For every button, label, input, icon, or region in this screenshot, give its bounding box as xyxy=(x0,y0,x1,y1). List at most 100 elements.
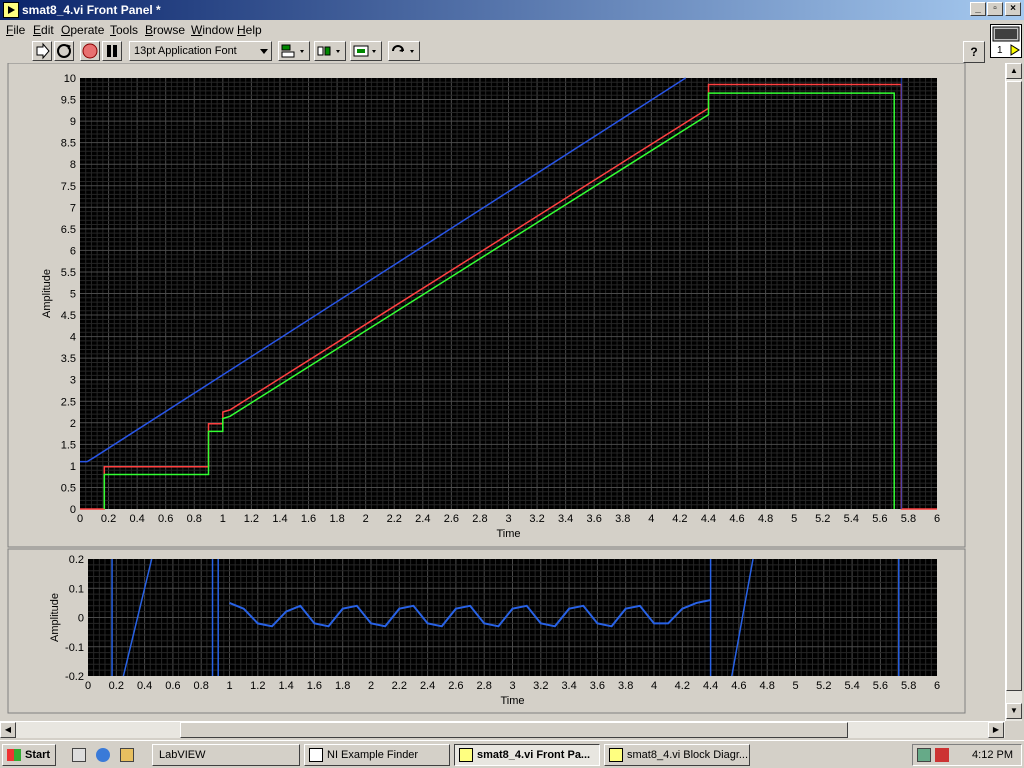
graph1-x-tick-label: 5.6 xyxy=(872,513,887,525)
graph1-y-tick-label: 3.5 xyxy=(61,353,76,365)
run-button[interactable] xyxy=(32,41,52,61)
close-button[interactable]: × xyxy=(1005,2,1021,16)
taskbar-block-diagram[interactable]: smat8_4.vi Block Diagr... xyxy=(604,744,750,766)
stop-sign-icon xyxy=(82,43,98,59)
clock: 4:12 PM xyxy=(972,749,1013,761)
graph1-x-tick-label: 1.2 xyxy=(244,513,259,525)
graph2-x-tick-label: 5.4 xyxy=(844,680,859,692)
run-arrow-icon xyxy=(36,42,50,60)
scroll-right-arrow[interactable]: ▶ xyxy=(988,722,1004,738)
graph2-x-tick-label: 1.6 xyxy=(307,680,322,692)
run-continuously-icon xyxy=(57,44,71,58)
run-continuously-button[interactable] xyxy=(54,41,74,61)
vi-icon[interactable]: 1 xyxy=(990,24,1022,58)
network-disconnected-icon[interactable] xyxy=(935,748,949,762)
horizontal-scrollbar[interactable]: ◀ ▶ xyxy=(0,721,1005,738)
graph1-x-tick-label: 3.8 xyxy=(615,513,630,525)
vi-icon-number: 1 xyxy=(997,45,1003,56)
menu-edit[interactable]: Edit xyxy=(33,23,54,37)
graph1-x-tick-label: 0.4 xyxy=(129,513,144,525)
font-selector[interactable]: 13pt Application Font xyxy=(129,41,272,61)
graph2-x-tick-label: 4.2 xyxy=(675,680,690,692)
graph1-y-tick-label: 4.5 xyxy=(61,310,76,322)
graph1-y-tick-label: 9.5 xyxy=(61,95,76,107)
menu-browse[interactable]: Browse xyxy=(145,23,185,37)
graph2-y-tick-label: -0.1 xyxy=(65,642,84,654)
graph1-x-tick-label: 1 xyxy=(220,513,226,525)
internet-explorer-icon[interactable] xyxy=(96,748,110,762)
graph2-x-tick-label: 5 xyxy=(792,680,798,692)
restore-button[interactable]: ▫ xyxy=(987,2,1003,16)
abort-button[interactable] xyxy=(80,41,100,61)
graph1-x-tick-label: 3.6 xyxy=(587,513,602,525)
taskbar-front-panel-label: smat8_4.vi Front Pa... xyxy=(477,749,591,761)
graph1-y-tick-label: 2.5 xyxy=(61,396,76,408)
graph1-x-tick-label: 2.4 xyxy=(415,513,430,525)
context-help-button[interactable]: ? xyxy=(963,41,985,63)
menu-file[interactable]: File xyxy=(6,23,25,37)
graph1-x-tick-label: 4.2 xyxy=(672,513,687,525)
windows-flag-icon xyxy=(7,749,21,761)
window-title: smat8_4.vi Front Panel * xyxy=(22,3,161,17)
graph2-x-tick-label: 0.4 xyxy=(137,680,152,692)
scroll-down-arrow[interactable]: ▼ xyxy=(1006,703,1022,719)
graph2-x-tick-label: 0.6 xyxy=(165,680,180,692)
labview-app-icon xyxy=(3,2,19,18)
menu-bar: File Edit Operate Tools Browse Window He… xyxy=(0,20,1024,39)
scroll-left-arrow[interactable]: ◀ xyxy=(0,722,16,738)
graph1-y-tick-label: 5 xyxy=(70,289,76,301)
menu-help[interactable]: Help xyxy=(237,23,262,37)
vertical-scroll-thumb[interactable] xyxy=(1006,81,1022,691)
taskbar-example-finder-label: NI Example Finder xyxy=(327,749,419,761)
example-finder-icon xyxy=(309,748,323,762)
chevron-down-icon xyxy=(260,49,268,54)
network-icon[interactable] xyxy=(917,748,931,762)
graph2-x-tick-label: 0 xyxy=(85,680,91,692)
taskbar-labview-label: LabVIEW xyxy=(159,749,206,761)
graph1-x-tick-label: 5.8 xyxy=(901,513,916,525)
graph2-x-tick-label: 4.4 xyxy=(703,680,718,692)
menu-window[interactable]: Window xyxy=(191,23,234,37)
font-selector-value: 13pt Application Font xyxy=(134,45,237,57)
menu-tools[interactable]: Tools xyxy=(110,23,138,37)
graph2-x-tick-label: 3.4 xyxy=(561,680,576,692)
graph1-y-tick-label: 0 xyxy=(70,504,76,516)
menu-operate[interactable]: Operate xyxy=(61,23,104,37)
show-desktop-icon[interactable] xyxy=(72,748,86,762)
graph1-x-tick-label: 4.4 xyxy=(701,513,716,525)
graph2-x-tick-label: 2.8 xyxy=(477,680,492,692)
graph1-x-tick-label: 2 xyxy=(363,513,369,525)
graph1-x-tick-label: 1.4 xyxy=(272,513,287,525)
graph2-x-tick-label: 4.6 xyxy=(731,680,746,692)
graph2-x-tick-label: 5.8 xyxy=(901,680,916,692)
start-button[interactable]: Start xyxy=(2,744,56,766)
graph1-x-tick-label: 0 xyxy=(77,513,83,525)
graph2-y-tick-label: 0 xyxy=(78,613,84,625)
graph1-x-tick-label: 3.2 xyxy=(529,513,544,525)
reorder-button[interactable] xyxy=(388,41,420,61)
block-diagram-icon xyxy=(609,748,623,762)
graph2-y-tick-label: 0.1 xyxy=(69,583,84,595)
graph1-y-tick-label: 2 xyxy=(70,418,76,430)
taskbar-example-finder[interactable]: NI Example Finder xyxy=(304,744,450,766)
distribute-objects-button[interactable] xyxy=(314,41,346,61)
pause-button[interactable] xyxy=(102,41,122,61)
taskbar-block-diagram-label: smat8_4.vi Block Diagr... xyxy=(627,749,749,761)
vertical-scrollbar[interactable]: ▲ ▼ xyxy=(1005,63,1022,721)
quick-launch-icon[interactable] xyxy=(120,748,134,762)
taskbar-labview[interactable]: LabVIEW xyxy=(152,744,300,766)
resize-objects-button[interactable] xyxy=(350,41,382,61)
graph1-y-tick-label: 9 xyxy=(70,116,76,128)
graph2-x-tick-label: 5.6 xyxy=(873,680,888,692)
graph2-x-tick-label: 4.8 xyxy=(760,680,775,692)
graph1-x-tick-label: 5.2 xyxy=(815,513,830,525)
horizontal-scroll-thumb[interactable] xyxy=(180,722,848,738)
graph2-x-tick-label: 1.4 xyxy=(278,680,293,692)
taskbar-front-panel[interactable]: smat8_4.vi Front Pa... xyxy=(454,744,600,766)
resize-icon xyxy=(353,45,376,57)
graphs-canvas: 0 0.2 0.4 0.6 0.8 1 1.2 1.4 1.6 1.8 2 2.2 2.4 2.6 2.8 3… xyxy=(7,63,966,714)
title-bar[interactable]: smat8_4.vi Front Panel * _ ▫ × xyxy=(0,0,1024,20)
scroll-up-arrow[interactable]: ▲ xyxy=(1006,63,1022,79)
minimize-button[interactable]: _ xyxy=(970,2,986,16)
align-objects-button[interactable] xyxy=(278,41,310,61)
